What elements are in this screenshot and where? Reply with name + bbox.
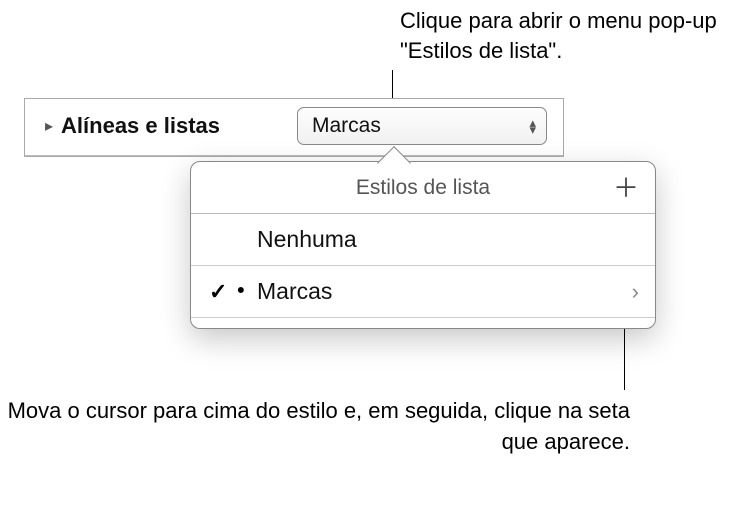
list-styles-popover: Estilos de lista ＋ Nenhuma • Marcas › [190,161,656,329]
popover-header: Estilos de lista ＋ [191,162,655,214]
add-style-button[interactable]: ＋ [613,175,639,201]
chevron-updown-icon: ▴ ▾ [529,119,536,133]
popover-footer-gap [191,318,655,328]
chevron-right-icon[interactable]: › [632,279,639,305]
list-item[interactable]: Nenhuma [191,214,655,266]
format-panel: ▸ Alíneas e listas Marcas ▴ ▾ [24,98,564,157]
disclosure-triangle-icon[interactable]: ▸ [45,116,53,136]
callout-bottom-leader-line [624,320,625,390]
callout-bottom-text: Mova o cursor para cima do estilo e, em … [0,396,630,458]
bullets-lists-header: ▸ Alíneas e listas Marcas ▴ ▾ [25,99,563,156]
list-item[interactable]: • Marcas › [191,266,655,318]
list-style-popup-button[interactable]: Marcas ▴ ▾ [297,107,547,145]
bullet-icon: • [237,279,245,301]
style-item-label: Nenhuma [257,226,357,253]
style-item-label: Marcas [257,278,332,305]
bullets-lists-label: Alíneas e listas [61,113,220,139]
callout-top-text: Clique para abrir o menu pop-up "Estilos… [400,6,739,65]
popover-title: Estilos de lista [356,176,490,200]
list-style-popup-value: Marcas [312,114,381,138]
